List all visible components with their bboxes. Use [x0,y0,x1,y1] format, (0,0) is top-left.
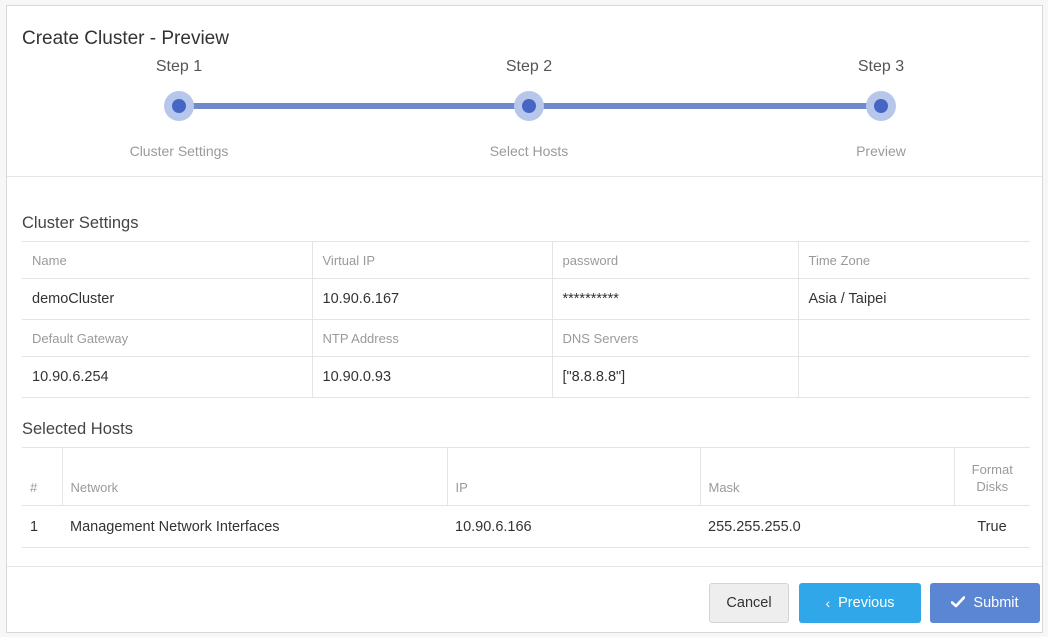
column-header-format-disks: Format Disks [954,447,1030,506]
stepper: Step 1 Cluster Settings Step 2 Select Ho… [7,6,1042,176]
ntp-address-value: 10.90.0.93 [312,356,553,398]
column-header-ip: IP [447,447,701,506]
empty-value-cell [798,356,1030,398]
step-3-label: Step 3 [857,58,905,75]
step-2-sub-label: Select Hosts [489,143,569,159]
step-1-dot[interactable] [164,91,194,121]
dns-servers-label: DNS Servers [552,319,799,357]
dns-servers-value: ["8.8.8.8"] [552,356,799,398]
previous-button-label: Previous [838,595,895,611]
cancel-button[interactable]: Cancel [709,583,789,623]
host-ip-cell: 10.90.6.166 [447,505,700,548]
cluster-settings-title: Cluster Settings [22,214,139,232]
settings-value-row-2: 10.90.6.254 10.90.0.93 ["8.8.8.8"] [22,356,1030,398]
time-zone-value: Asia / Taipei [798,278,1030,320]
default-gateway-label: Default Gateway [22,319,313,357]
previous-button[interactable]: ‹ Previous [799,583,921,623]
password-value: ********** [552,278,799,320]
step-3-dot[interactable] [866,91,896,121]
checkmark-icon [951,595,966,611]
settings-value-row: demoCluster 10.90.6.167 ********** Asia … [22,278,1030,320]
ntp-address-label: NTP Address [312,319,553,357]
chevron-left-icon: ‹ [825,595,831,611]
virtual-ip-value: 10.90.6.167 [312,278,553,320]
virtual-ip-label: Virtual IP [312,241,553,279]
selected-hosts-title: Selected Hosts [22,420,133,438]
step-2-label: Step 2 [505,58,553,75]
name-label: Name [22,241,313,279]
cluster-settings-table: Name Virtual IP password Time Zone demoC… [22,241,1030,398]
selected-hosts-table: # Network IP Mask Format Disks 1 Manageme… [22,447,1030,548]
stepper-divider [7,176,1042,177]
host-network-cell: Management Network Interfaces [62,505,447,548]
table-row: 1 Management Network Interfaces 10.90.6.… [22,505,1030,548]
name-value: demoCluster [22,278,313,320]
create-cluster-dialog: Create Cluster - Preview Step 1 Cluster … [6,5,1043,633]
time-zone-label: Time Zone [798,241,1030,279]
column-header-number: # [22,447,63,506]
column-header-network: Network [62,447,448,506]
empty-label-cell [798,319,1030,357]
cancel-button-label: Cancel [726,595,772,611]
step-2-dot[interactable] [514,91,544,121]
host-number-cell: 1 [22,505,62,548]
default-gateway-value: 10.90.6.254 [22,356,313,398]
host-mask-cell: 255.255.255.0 [700,505,954,548]
host-format-disks-cell: True [954,505,1030,548]
settings-label-row-2: Default Gateway NTP Address DNS Servers [22,319,1030,357]
password-label: password [552,241,799,279]
step-1-label: Step 1 [155,58,203,75]
settings-label-row: Name Virtual IP password Time Zone [22,241,1030,279]
column-header-mask: Mask [700,447,955,506]
step-1-sub-label: Cluster Settings [129,143,229,159]
submit-button-label: Submit [973,595,1019,611]
submit-button[interactable]: Submit [930,583,1040,623]
hosts-header-row: # Network IP Mask Format Disks [22,447,1030,506]
step-3-sub-label: Preview [856,143,906,159]
footer-divider [7,566,1042,567]
